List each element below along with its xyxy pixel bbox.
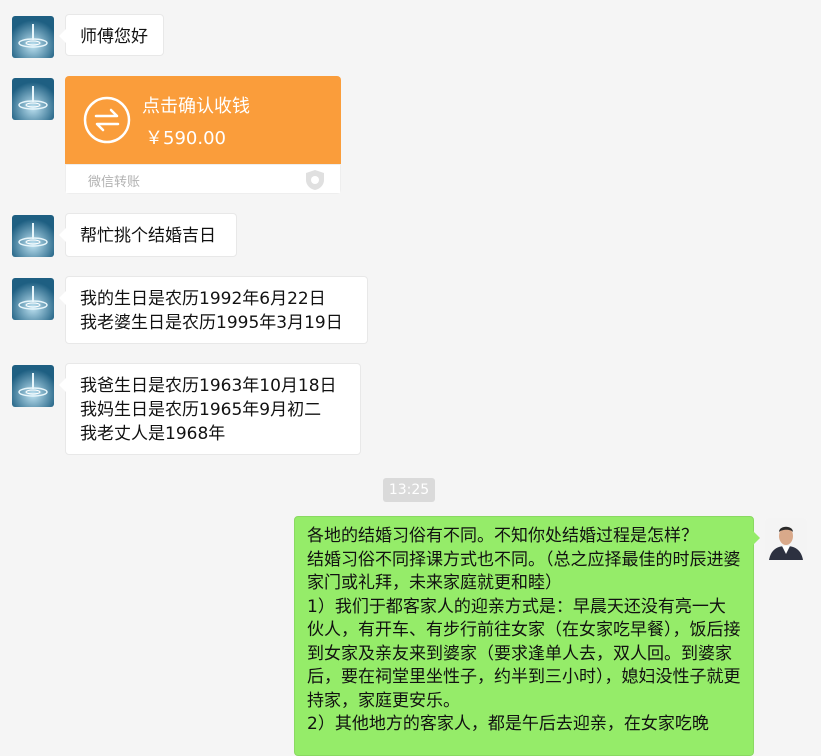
message-timestamp: 13:25 xyxy=(383,478,435,502)
wechat-transfer-card[interactable]: 点击确认收钱 ￥590.00 微信转账 xyxy=(65,76,341,194)
contact-avatar[interactable] xyxy=(12,215,54,257)
water-drop-avatar-icon xyxy=(12,278,54,320)
wechat-pay-shield-icon xyxy=(306,170,324,190)
transfer-amount: ￥590.00 xyxy=(145,128,226,149)
transfer-card-header: 点击确认收钱 ￥590.00 xyxy=(65,76,341,164)
contact-avatar[interactable] xyxy=(12,78,54,120)
message-bubble[interactable]: 我爸生日是农历1963年10月18日 我妈生日是农历1965年9月初二 我老丈人… xyxy=(59,363,361,455)
transfer-card-footer: 微信转账 xyxy=(65,164,341,194)
message-bubble[interactable]: 师傅您好 xyxy=(59,14,164,56)
transfer-label: 微信转账 xyxy=(88,175,141,190)
water-drop-avatar-icon xyxy=(12,365,54,407)
contact-avatar[interactable] xyxy=(12,16,54,58)
water-drop-avatar-icon xyxy=(12,215,54,257)
own-avatar[interactable] xyxy=(765,518,807,560)
transfer-exchange-icon xyxy=(83,96,131,144)
reply-message-bubble[interactable]: 各地的结婚习俗有不同。不知你处结婚过程是怎样？ 结婚习俗不同择课方式也不同。（总… xyxy=(294,516,760,756)
person-avatar-icon xyxy=(765,518,807,560)
water-drop-avatar-icon xyxy=(12,16,54,58)
message-bubble[interactable]: 帮忙挑个结婚吉日 xyxy=(59,213,237,257)
water-drop-avatar-icon xyxy=(12,78,54,120)
transfer-title: 点击确认收钱 xyxy=(142,96,250,117)
contact-avatar[interactable] xyxy=(12,278,54,320)
contact-avatar[interactable] xyxy=(12,365,54,407)
message-bubble[interactable]: 我的生日是农历1992年6月22日 我老婆生日是农历1995年3月19日 xyxy=(59,276,368,344)
